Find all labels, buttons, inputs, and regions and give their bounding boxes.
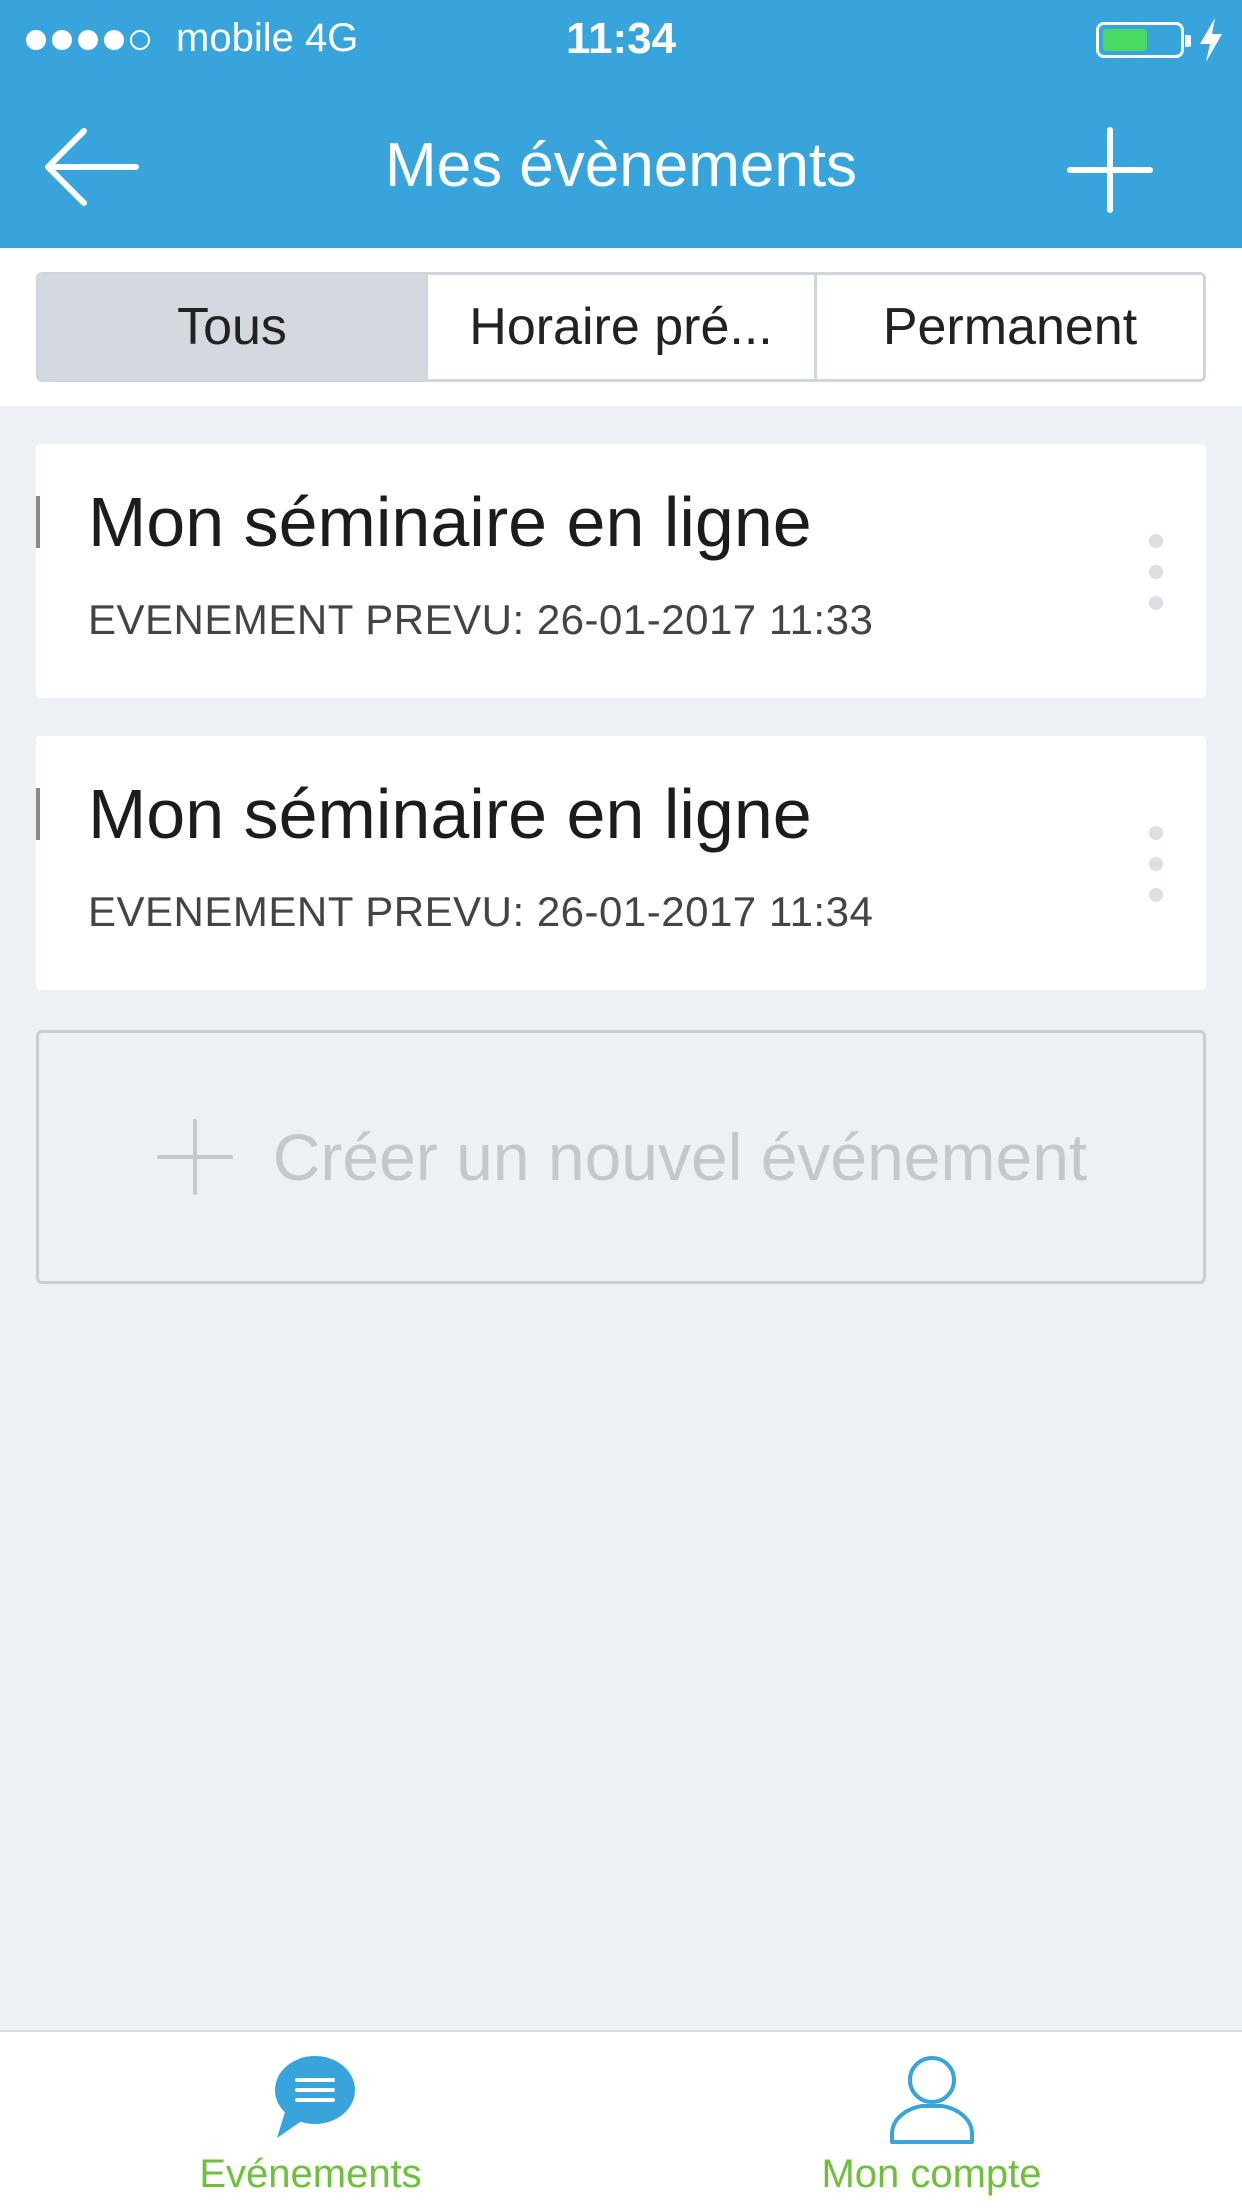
more-options-icon[interactable]	[1136, 824, 1176, 904]
card-edge-marker	[36, 788, 40, 840]
tab-events-label: Evénements	[199, 2152, 422, 2196]
status-time: 11:34	[565, 14, 677, 63]
segmented-filter: Tous Horaire pré... Permanent	[36, 272, 1206, 382]
filter-permanent[interactable]: Permanent	[814, 275, 1203, 379]
user-icon	[889, 2056, 974, 2144]
event-title: Mon séminaire en ligne	[88, 775, 812, 853]
status-bar: mobile 4G 11:34	[0, 0, 1242, 80]
header: mobile 4G 11:34 Mes évènements	[0, 0, 1242, 248]
charging-bolt-icon	[1200, 18, 1222, 62]
page-title: Mes évènements	[384, 131, 858, 200]
filter-scheduled[interactable]: Horaire pré...	[425, 275, 814, 379]
filter-bar: Tous Horaire pré... Permanent	[0, 248, 1242, 406]
event-schedule: EVENEMENT PREVU: 26-01-2017 11:33	[88, 596, 874, 643]
battery-icon	[1096, 22, 1191, 58]
create-event-button[interactable]: Créer un nouvel événement	[36, 1030, 1206, 1284]
plus-icon	[156, 1119, 233, 1195]
event-card[interactable]: Mon séminaire en ligne EVENEMENT PREVU: …	[36, 444, 1206, 698]
more-options-icon[interactable]	[1136, 532, 1176, 612]
event-card[interactable]: Mon séminaire en ligne EVENEMENT PREVU: …	[36, 736, 1206, 990]
tab-bar: Evénements Mon compte	[0, 2030, 1242, 2208]
event-schedule: EVENEMENT PREVU: 26-01-2017 11:34	[88, 888, 874, 935]
tab-account-label: Mon compte	[821, 2152, 1042, 2196]
tab-events[interactable]: Evénements	[0, 2032, 621, 2208]
app-screen: mobile 4G 11:34 Mes évènements Tous Hora…	[0, 0, 1242, 2208]
plus-icon	[1067, 127, 1153, 213]
chat-bubble-icon	[274, 2056, 355, 2138]
tab-account[interactable]: Mon compte	[621, 2032, 1242, 2208]
add-event-button[interactable]	[1060, 120, 1160, 220]
card-edge-marker	[36, 496, 40, 548]
filter-all[interactable]: Tous	[39, 275, 425, 379]
event-title: Mon séminaire en ligne	[88, 483, 812, 561]
nav-bar: Mes évènements	[0, 80, 1242, 248]
create-event-label: Créer un nouvel événement	[272, 1120, 1088, 1194]
